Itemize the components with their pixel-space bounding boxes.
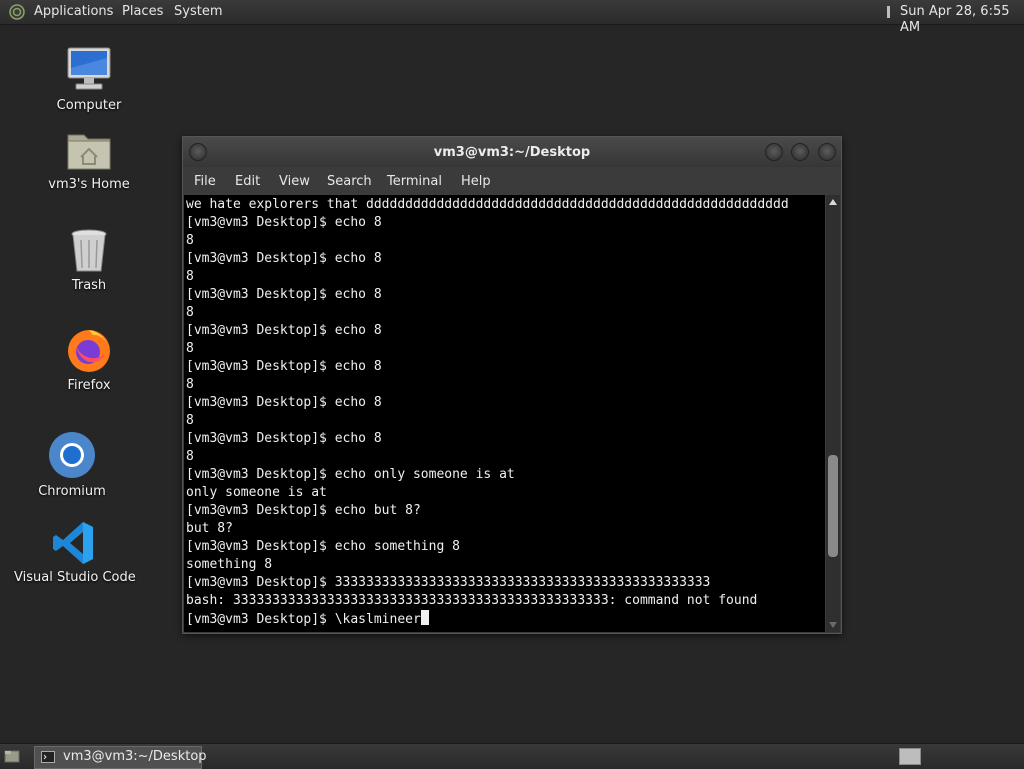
terminal-line: [vm3@vm3 Desktop]$ echo 8 (186, 215, 382, 230)
terminal-window[interactable]: vm3@vm3:~/Desktop File Edit View Search … (182, 136, 842, 634)
scroll-up-arrow-icon[interactable] (829, 199, 837, 205)
menu-system[interactable]: System (174, 4, 222, 20)
desktop-icon-computer[interactable]: Computer (40, 44, 138, 113)
terminal-line: bash: 3333333333333333333333333333333333… (186, 593, 758, 608)
taskbar-button-terminal[interactable]: vm3@vm3:~/Desktop (34, 746, 207, 769)
terminal-line: [vm3@vm3 Desktop]$ echo 8 (186, 395, 382, 410)
menu-edit[interactable]: Edit (235, 174, 260, 190)
applications-menu-icon[interactable] (9, 4, 25, 20)
taskbar-label: vm3@vm3:~/Desktop (63, 749, 207, 764)
terminal-line: 8 (186, 341, 194, 356)
trash-icon (71, 229, 107, 272)
terminal-line: but 8? (186, 521, 233, 536)
desktop-icon-chromium[interactable]: Chromium (22, 430, 122, 499)
desktop-icon-label: Visual Studio Code (14, 570, 136, 585)
desktop-icon-trash[interactable]: Trash (40, 228, 138, 293)
desktop-icon-vscode[interactable]: Visual Studio Code (14, 520, 136, 585)
menu-applications[interactable]: Applications (34, 4, 113, 20)
text-cursor (420, 610, 429, 625)
firefox-icon (68, 330, 110, 372)
terminal-prompt-line[interactable]: [vm3@vm3 Desktop]$ \kaslmineer (186, 610, 429, 628)
terminal-line: 8 (186, 449, 194, 464)
bottom-panel: vm3@vm3:~/Desktop (0, 743, 1024, 769)
terminal-line: only someone is at (186, 485, 327, 500)
desktop-icon-label: Firefox (67, 378, 111, 393)
terminal-scrollbar[interactable] (826, 195, 840, 632)
prompt-text: [vm3@vm3 Desktop]$ \kaslmineer (186, 612, 421, 627)
terminal-line: [vm3@vm3 Desktop]$ echo only someone is … (186, 467, 515, 482)
terminal-icon (41, 751, 55, 763)
top-panel: Applications Places System Sun Apr 28, 6… (0, 0, 1024, 35)
terminal-line: 8 (186, 377, 194, 392)
terminal-line: something 8 (186, 557, 273, 572)
close-button[interactable] (818, 143, 836, 161)
terminal-line: 8 (186, 269, 194, 284)
computer-icon (67, 47, 111, 90)
terminal-line: [vm3@vm3 Desktop]$ echo 8 (186, 287, 382, 302)
terminal-output[interactable]: we hate explorers that ddddddddddddddddd… (184, 195, 825, 632)
vscode-icon (53, 522, 93, 564)
desktop-icon-firefox[interactable]: Firefox (40, 326, 138, 393)
desktop-icon-label: Computer (56, 98, 122, 113)
terminal-line: 8 (186, 305, 194, 320)
menu-terminal[interactable]: Terminal (387, 174, 442, 190)
desktop-icon-label: vm3's Home (48, 177, 130, 192)
desktop-icon-label: Chromium (38, 484, 106, 499)
terminal-line: 8 (186, 413, 194, 428)
menu-file[interactable]: File (194, 174, 216, 190)
window-title: vm3@vm3:~/Desktop (433, 145, 591, 160)
clock-handle-icon (887, 6, 890, 18)
terminal-line: [vm3@vm3 Desktop]$ 333333333333333333333… (186, 575, 711, 590)
clock[interactable]: Sun Apr 28, 6:55 AM (900, 4, 1024, 36)
minimize-button[interactable] (765, 143, 783, 161)
menu-places[interactable]: Places (122, 4, 163, 20)
scroll-down-arrow-icon[interactable] (829, 622, 837, 628)
window-titlebar[interactable]: vm3@vm3:~/Desktop (183, 137, 841, 167)
menu-view[interactable]: View (279, 174, 310, 190)
desktop-icon-label: Trash (71, 278, 107, 293)
menu-help[interactable]: Help (461, 174, 491, 190)
menu-search[interactable]: Search (327, 174, 372, 190)
chromium-icon (49, 432, 95, 478)
desktop-icon-home[interactable]: vm3's Home (40, 127, 138, 192)
terminal-line: [vm3@vm3 Desktop]$ echo 8 (186, 359, 382, 374)
terminal-line: [vm3@vm3 Desktop]$ echo something 8 (186, 539, 460, 554)
home-folder-icon (67, 134, 111, 170)
workspace-switcher[interactable] (899, 748, 921, 765)
terminal-line: 8 (186, 233, 194, 248)
terminal-line: we hate explorers that ddddddddddddddddd… (186, 197, 789, 212)
terminal-line: [vm3@vm3 Desktop]$ echo but 8? (186, 503, 421, 518)
terminal-line: [vm3@vm3 Desktop]$ echo 8 (186, 431, 382, 446)
terminal-line: [vm3@vm3 Desktop]$ echo 8 (186, 323, 382, 338)
terminal-menubar: File Edit View Search Terminal Help (183, 167, 841, 195)
maximize-button[interactable] (791, 143, 809, 161)
scrollbar-thumb[interactable] (828, 455, 838, 557)
show-desktop-icon[interactable] (4, 749, 20, 763)
terminal-line: [vm3@vm3 Desktop]$ echo 8 (186, 251, 382, 266)
